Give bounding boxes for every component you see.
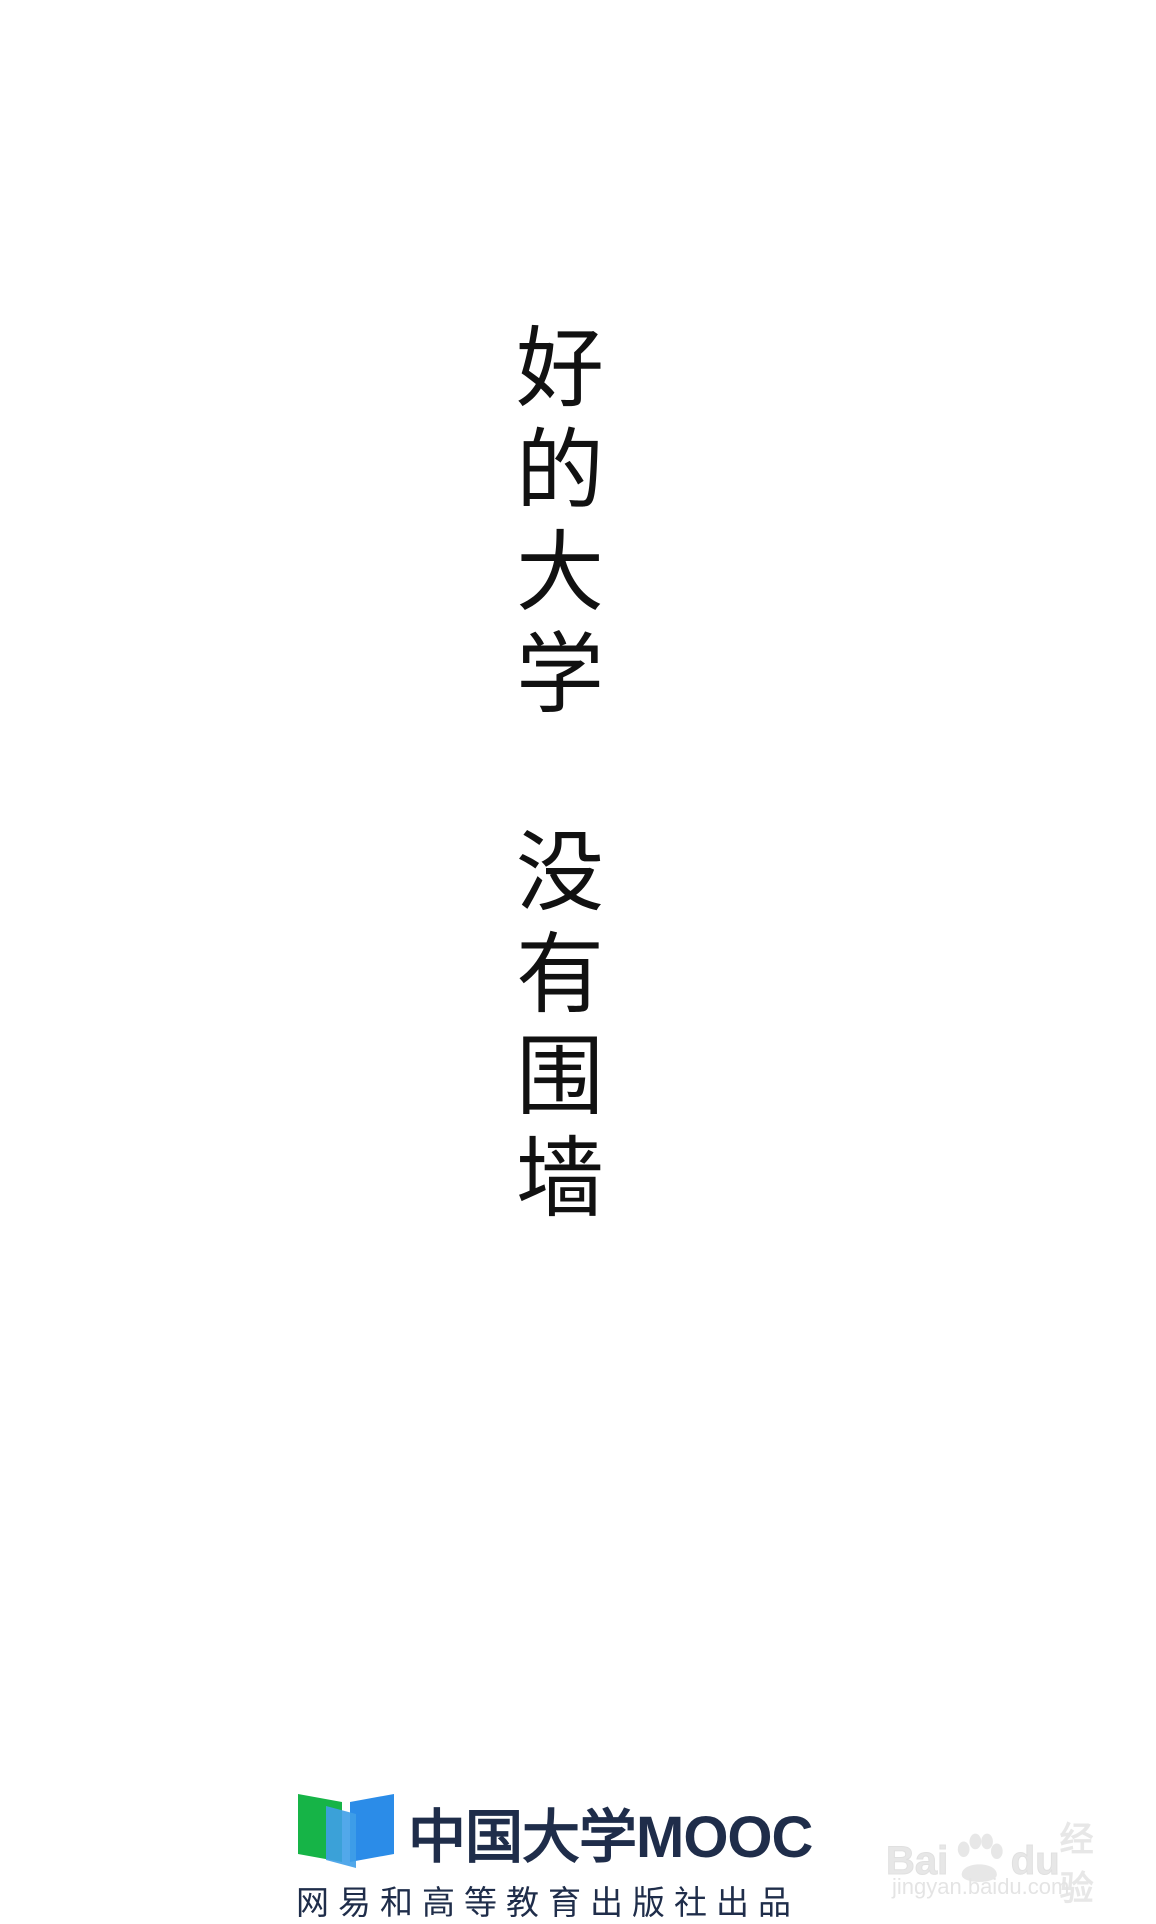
- slogan-char: 大: [515, 521, 604, 624]
- slogan-char: 有: [515, 923, 604, 1026]
- slogan-char: 围: [515, 1025, 604, 1128]
- slogan-char: 没: [515, 821, 604, 924]
- brand-name: 中国大学MOOC: [408, 1805, 813, 1870]
- slogan-char: 墙: [515, 1127, 604, 1230]
- brand-footer: 中国大学MOOC 网易和高等教育出版社出品: [296, 1792, 836, 1922]
- slogan-char: 好: [515, 317, 604, 420]
- splash-slogan: 好 的 大 学 没 有 围 墙: [510, 318, 610, 1230]
- slogan-char: 的: [515, 419, 604, 522]
- publisher-text: 网易和高等教育出版社出品: [296, 1883, 800, 1922]
- slogan-char: 学: [515, 623, 604, 726]
- open-book-icon: [298, 1794, 394, 1868]
- baidu-jingyan-watermark: Bai du 经验 jingyan.baidu.com: [885, 1792, 1126, 1909]
- watermark-jingyan: 经验: [1059, 1820, 1094, 1909]
- brand-logo: 中国大学MOOC: [296, 1792, 813, 1872]
- watermark-url: jingyan.baidu.com: [892, 1874, 1070, 1899]
